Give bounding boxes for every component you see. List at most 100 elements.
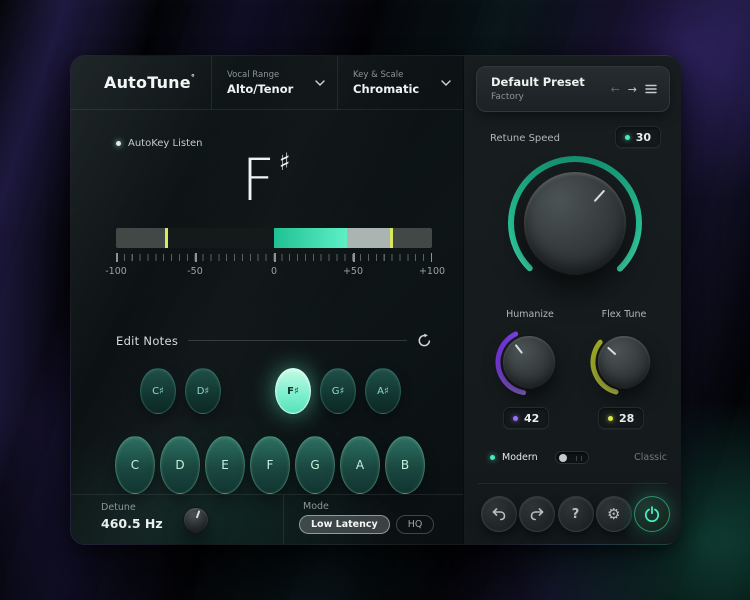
note-label: F♯ xyxy=(287,385,299,397)
mode-low-latency-button[interactable]: Low Latency xyxy=(299,515,390,534)
meter-scale-labels: -100 -50 0 +50 +100 xyxy=(105,266,445,278)
retune-speed-label: Retune Speed xyxy=(490,133,560,144)
note-button-f-sharp[interactable]: F♯ xyxy=(275,368,311,414)
mode-hq-button[interactable]: HQ xyxy=(395,515,435,534)
note-button-b[interactable]: B xyxy=(385,436,425,494)
meter-segment-active xyxy=(274,228,347,248)
question-mark-icon: ? xyxy=(571,506,580,522)
preset-next-icon[interactable]: → xyxy=(628,83,637,96)
engine-classic-label[interactable]: Classic xyxy=(634,452,667,463)
utility-button-row: ? ⚙ xyxy=(481,496,670,532)
vocal-range-label: Vocal Range xyxy=(227,69,280,80)
meter-tick-ruler xyxy=(116,253,433,262)
note-button-g-sharp[interactable]: G♯ xyxy=(320,368,356,414)
meter-marker-left xyxy=(164,228,168,248)
engine-mode-switch[interactable] xyxy=(554,451,589,464)
right-panel-divider xyxy=(478,483,667,484)
detune-value: 460.5 Hz xyxy=(101,516,163,531)
note-button-c-sharp[interactable]: C♯ xyxy=(140,368,176,414)
preset-previous-icon[interactable]: ← xyxy=(611,83,620,96)
preset-navigation: ← → xyxy=(611,67,657,111)
reset-icon xyxy=(418,333,431,347)
detected-note-accidental: ♯ xyxy=(278,148,293,176)
humanize-knob-assembly xyxy=(491,324,567,400)
note-label: B xyxy=(400,458,410,472)
main-panel: AutoTune° Vocal Range Alto/Tenor Key & S… xyxy=(71,56,463,544)
flex-tune-knob[interactable] xyxy=(597,335,651,389)
note-button-d-sharp[interactable]: D♯ xyxy=(185,368,221,414)
power-button[interactable] xyxy=(634,496,670,532)
humanize-label: Humanize xyxy=(506,309,554,320)
switch-ridge xyxy=(575,456,578,461)
note-button-g[interactable]: G xyxy=(295,436,335,494)
detune-label: Detune xyxy=(101,502,136,513)
note-label: G♯ xyxy=(331,385,345,397)
switch-ridge xyxy=(580,456,583,461)
meter-tick-label: -50 xyxy=(187,266,203,277)
help-button[interactable]: ? xyxy=(557,496,594,532)
flex-tune-value-chip[interactable]: 28 xyxy=(598,407,645,429)
chevron-down-icon xyxy=(441,79,451,86)
logo-registered-mark: ° xyxy=(190,73,196,82)
note-label: D xyxy=(175,458,185,472)
control-panel: Default Preset Factory ← → Retune Speed … xyxy=(463,56,681,544)
redo-icon xyxy=(530,508,544,521)
vocal-range-dropdown[interactable]: Vocal Range Alto/Tenor xyxy=(212,56,337,109)
detected-note-letter: F xyxy=(241,146,277,214)
meter-major-tick xyxy=(430,253,433,262)
plugin-header: AutoTune° Vocal Range Alto/Tenor Key & S… xyxy=(71,56,463,110)
mode-selector: Low Latency HQ xyxy=(299,515,435,534)
note-button-d[interactable]: D xyxy=(160,436,200,494)
reset-notes-button[interactable] xyxy=(417,333,432,348)
key-scale-dropdown[interactable]: Key & Scale Chromatic xyxy=(338,56,463,109)
vocal-range-text: Vocal Range Alto/Tenor xyxy=(227,70,315,96)
note-label: C xyxy=(130,458,140,472)
meter-major-tick xyxy=(353,253,355,262)
purple-dot-icon xyxy=(513,415,518,421)
key-scale-label: Key & Scale xyxy=(353,69,404,80)
mode-label: Mode xyxy=(303,501,329,512)
flex-tune-label: Flex Tune xyxy=(601,309,647,320)
humanize-value-chip[interactable]: 42 xyxy=(503,407,550,429)
edit-notes-label: Edit Notes xyxy=(116,333,179,348)
knob-indicator xyxy=(606,346,617,356)
meter-segment-dark xyxy=(166,228,274,248)
meter-tick-label: -100 xyxy=(105,266,127,277)
engine-modern-label[interactable]: Modern xyxy=(502,452,538,463)
note-label: A xyxy=(355,458,365,472)
engine-mode-toggle-row: Modern Classic xyxy=(490,451,667,464)
preset-menu-icon[interactable] xyxy=(645,84,657,94)
undo-button[interactable] xyxy=(481,496,517,532)
vocal-range-value: Alto/Tenor xyxy=(227,81,294,96)
detune-knob[interactable] xyxy=(183,507,209,533)
meter-major-tick xyxy=(116,253,118,262)
humanize-knob[interactable] xyxy=(502,335,556,389)
undo-icon xyxy=(492,508,506,521)
note-label: D♯ xyxy=(196,385,210,397)
edit-notes-section-header: Edit Notes xyxy=(116,333,432,348)
retune-speed-knob[interactable] xyxy=(523,171,627,275)
preset-bar[interactable]: Default Preset Factory ← → xyxy=(476,66,670,112)
autotune-logo: AutoTune° xyxy=(71,73,211,92)
gear-icon: ⚙ xyxy=(607,505,621,523)
detected-note-display: F♯ xyxy=(71,146,463,214)
note-button-e[interactable]: E xyxy=(205,436,245,494)
preset-type: Factory xyxy=(491,92,524,102)
key-scale-text: Key & Scale Chromatic xyxy=(353,70,441,96)
yellow-dot-icon xyxy=(608,415,613,421)
flex-tune-value: 28 xyxy=(619,411,635,425)
knob-indicator xyxy=(593,189,606,203)
note-button-c[interactable]: C xyxy=(115,436,155,494)
retune-speed-value-chip[interactable]: 30 xyxy=(614,126,661,148)
redo-button[interactable] xyxy=(519,496,556,532)
note-label: C♯ xyxy=(152,385,164,397)
teal-dot-icon xyxy=(624,134,630,140)
preset-name: Default Preset xyxy=(491,75,585,89)
edit-notes-divider-line xyxy=(188,340,407,341)
note-button-a-sharp[interactable]: A♯ xyxy=(365,368,401,414)
meter-major-tick xyxy=(274,253,276,262)
note-label: F xyxy=(266,458,274,472)
note-button-f[interactable]: F xyxy=(250,436,290,494)
note-button-a[interactable]: A xyxy=(340,436,380,494)
settings-button[interactable]: ⚙ xyxy=(595,496,632,532)
